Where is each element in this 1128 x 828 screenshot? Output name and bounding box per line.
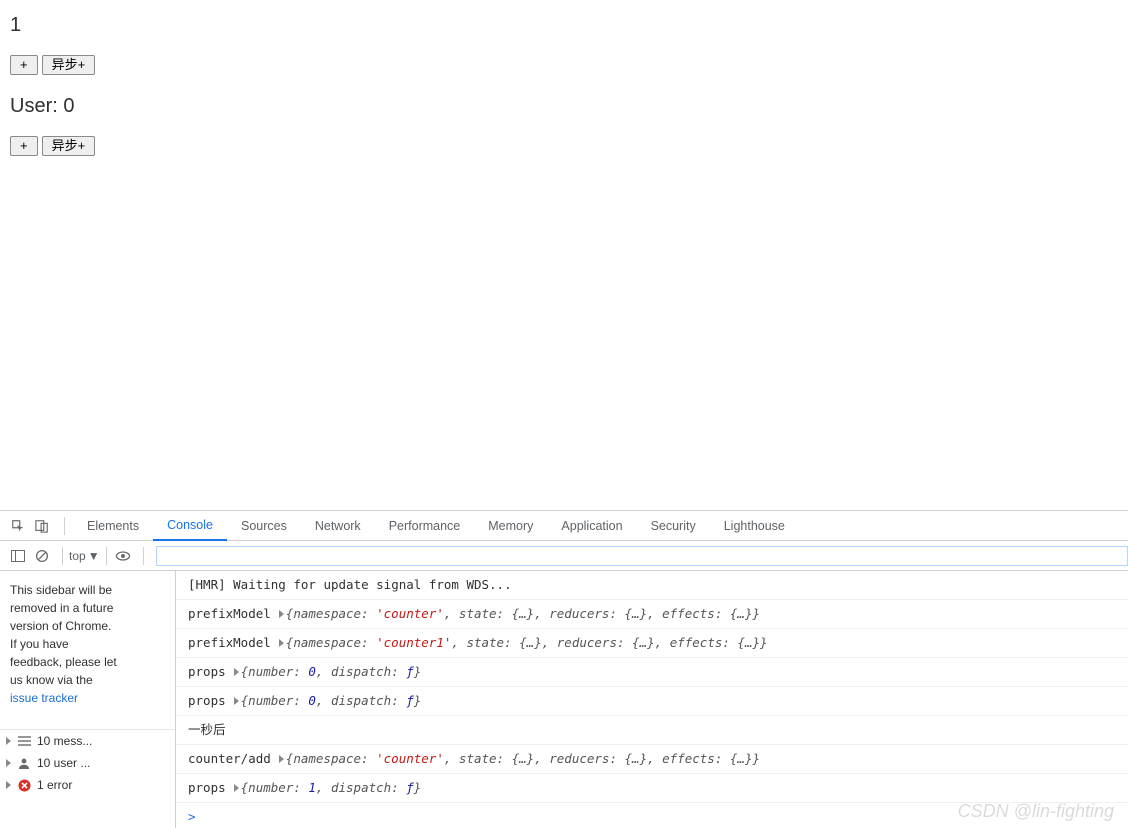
sidebar-stats: 10 mess... 10 user ... 1 error (0, 729, 175, 796)
log-object[interactable]: {namespace: 'counter', state: {…}, reduc… (279, 749, 760, 769)
console-line[interactable]: prefixModel {namespace: 'counter', state:… (176, 600, 1128, 629)
divider (64, 517, 65, 535)
counter-async-button[interactable]: 异步+ (42, 55, 96, 75)
console-body: This sidebar will be removed in a future… (0, 571, 1128, 828)
log-object[interactable]: {number: 1, dispatch: ƒ} (234, 778, 422, 798)
tab-lighthouse[interactable]: Lighthouse (710, 511, 799, 541)
notice-line: version of Chrome. (10, 617, 165, 635)
notice-line: If you have (10, 635, 165, 653)
caret-icon (6, 737, 11, 745)
log-object[interactable]: {number: 0, dispatch: ƒ} (234, 691, 422, 711)
clear-console-icon[interactable] (32, 546, 52, 566)
log-label: props (188, 691, 226, 711)
log-text: [HMR] Waiting for update signal from WDS… (188, 575, 512, 595)
tab-elements[interactable]: Elements (73, 511, 153, 541)
caret-icon (6, 781, 11, 789)
console-line[interactable]: [HMR] Waiting for update signal from WDS… (176, 571, 1128, 600)
context-label: top (69, 549, 86, 563)
context-selector[interactable]: top ▼ (69, 549, 100, 563)
tab-memory[interactable]: Memory (474, 511, 547, 541)
log-label: prefixModel (188, 633, 271, 653)
stat-messages[interactable]: 10 mess... (0, 730, 175, 752)
tab-network[interactable]: Network (301, 511, 375, 541)
error-icon (17, 778, 31, 792)
sidebar-toggle-icon[interactable] (8, 546, 28, 566)
user-value: User: 0 (10, 95, 1118, 118)
notice-line: This sidebar will be (10, 581, 165, 599)
caret-icon (6, 759, 11, 767)
divider (143, 547, 144, 565)
stat-user[interactable]: 10 user ... (0, 752, 175, 774)
tab-security[interactable]: Security (637, 511, 710, 541)
log-label: props (188, 778, 226, 798)
user-number: 0 (63, 95, 74, 117)
user-label: User: (10, 95, 63, 117)
tab-performance[interactable]: Performance (375, 511, 475, 541)
tab-sources[interactable]: Sources (227, 511, 301, 541)
expand-icon[interactable] (234, 668, 239, 676)
console-line[interactable]: 一秒后 (176, 716, 1128, 745)
counter-buttons: + 异步+ (10, 55, 1118, 75)
stat-error[interactable]: 1 error (0, 774, 175, 796)
stat-error-label: 1 error (37, 778, 72, 792)
stat-messages-label: 10 mess... (37, 734, 92, 748)
inspect-icon[interactable] (8, 516, 28, 536)
counter-plus-button[interactable]: + (10, 55, 38, 75)
notice-line: us know via the (10, 671, 165, 689)
log-text: 一秒后 (188, 720, 226, 740)
log-label: props (188, 662, 226, 682)
divider (62, 547, 63, 565)
expand-icon[interactable] (279, 639, 284, 647)
log-object[interactable]: {number: 0, dispatch: ƒ} (234, 662, 422, 682)
divider (106, 547, 107, 565)
user-buttons: + 异步+ (10, 136, 1118, 156)
log-label: prefixModel (188, 604, 271, 624)
app-page: 1 + 异步+ User: 0 + 异步+ (0, 0, 1128, 510)
live-expression-icon[interactable] (113, 546, 133, 566)
devtools-panel: Elements Console Sources Network Perform… (0, 510, 1128, 828)
messages-icon (17, 734, 31, 748)
counter-value: 1 (10, 14, 1118, 37)
user-icon (17, 756, 31, 770)
log-label: counter/add (188, 749, 271, 769)
expand-icon[interactable] (279, 755, 284, 763)
devtools-tabbar: Elements Console Sources Network Perform… (0, 511, 1128, 541)
notice-line: feedback, please let (10, 653, 165, 671)
console-line[interactable]: props {number: 1, dispatch: ƒ} (176, 774, 1128, 803)
console-line[interactable]: prefixModel {namespace: 'counter1', state… (176, 629, 1128, 658)
tab-application[interactable]: Application (547, 511, 636, 541)
device-toggle-icon[interactable] (32, 516, 52, 536)
console-sidebar: This sidebar will be removed in a future… (0, 571, 176, 828)
sidebar-notice: This sidebar will be removed in a future… (0, 571, 175, 729)
console-line[interactable]: props {number: 0, dispatch: ƒ} (176, 658, 1128, 687)
expand-icon[interactable] (234, 697, 239, 705)
expand-icon[interactable] (234, 784, 239, 792)
console-prompt[interactable]: > (176, 803, 1128, 827)
console-filter-input[interactable] (156, 546, 1128, 566)
user-async-button[interactable]: 异步+ (42, 136, 96, 156)
stat-user-label: 10 user ... (37, 756, 90, 770)
console-line[interactable]: props {number: 0, dispatch: ƒ} (176, 687, 1128, 716)
expand-icon[interactable] (279, 610, 284, 618)
notice-line: removed in a future (10, 599, 165, 617)
tab-console[interactable]: Console (153, 511, 227, 541)
issue-tracker-link[interactable]: issue tracker (10, 691, 78, 705)
console-output[interactable]: [HMR] Waiting for update signal from WDS… (176, 571, 1128, 828)
console-filterbar: top ▼ (0, 541, 1128, 571)
console-line[interactable]: counter/add {namespace: 'counter', state:… (176, 745, 1128, 774)
dropdown-icon: ▼ (88, 549, 100, 563)
log-object[interactable]: {namespace: 'counter', state: {…}, reduc… (279, 604, 760, 624)
user-plus-button[interactable]: + (10, 136, 38, 156)
log-object[interactable]: {namespace: 'counter1', state: {…}, redu… (279, 633, 768, 653)
